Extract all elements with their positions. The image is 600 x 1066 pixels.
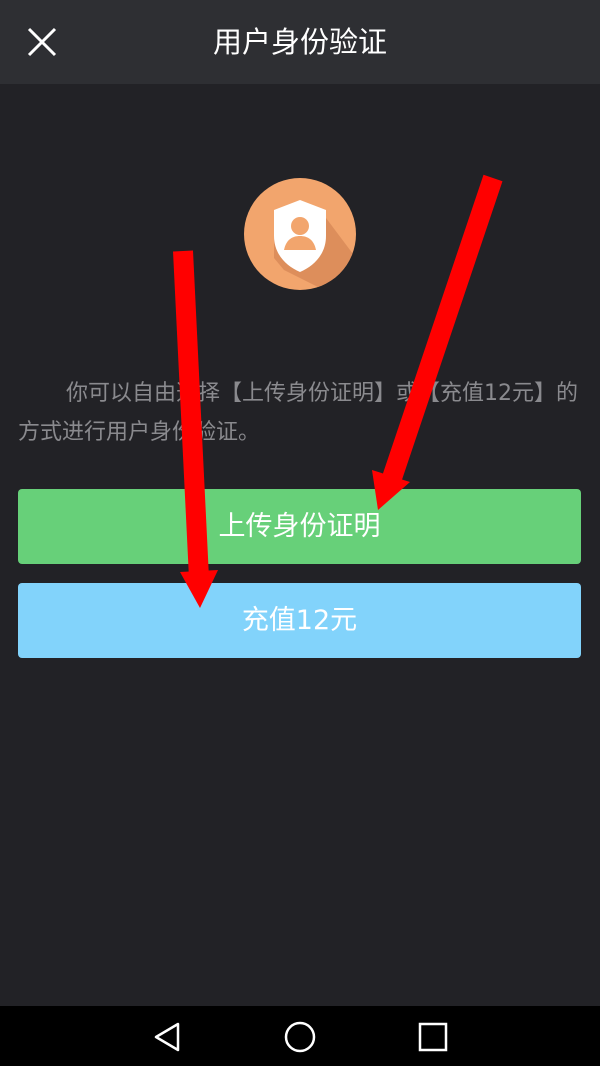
page-title: 用户身份验证: [212, 25, 387, 59]
upload-id-button[interactable]: 上传身份证明: [18, 489, 581, 564]
recents-square-icon: [418, 1022, 448, 1052]
avatar: [244, 178, 356, 290]
home-circle-icon: [284, 1021, 316, 1053]
arrow-to-upload-button: [372, 174, 503, 510]
recharge-button[interactable]: 充值12元: [18, 583, 581, 658]
recents-button[interactable]: [416, 1020, 450, 1054]
home-button[interactable]: [283, 1020, 317, 1054]
intro-text: 你可以自由选择【上传身份证明】或【充值12元】的方式进行用户身份验证。: [18, 381, 578, 445]
back-button[interactable]: [150, 1020, 184, 1054]
system-navbar: [0, 1006, 600, 1066]
shield-user-icon: [244, 178, 356, 290]
back-triangle-icon: [154, 1022, 180, 1052]
top-bar: 用户身份验证: [0, 0, 600, 84]
